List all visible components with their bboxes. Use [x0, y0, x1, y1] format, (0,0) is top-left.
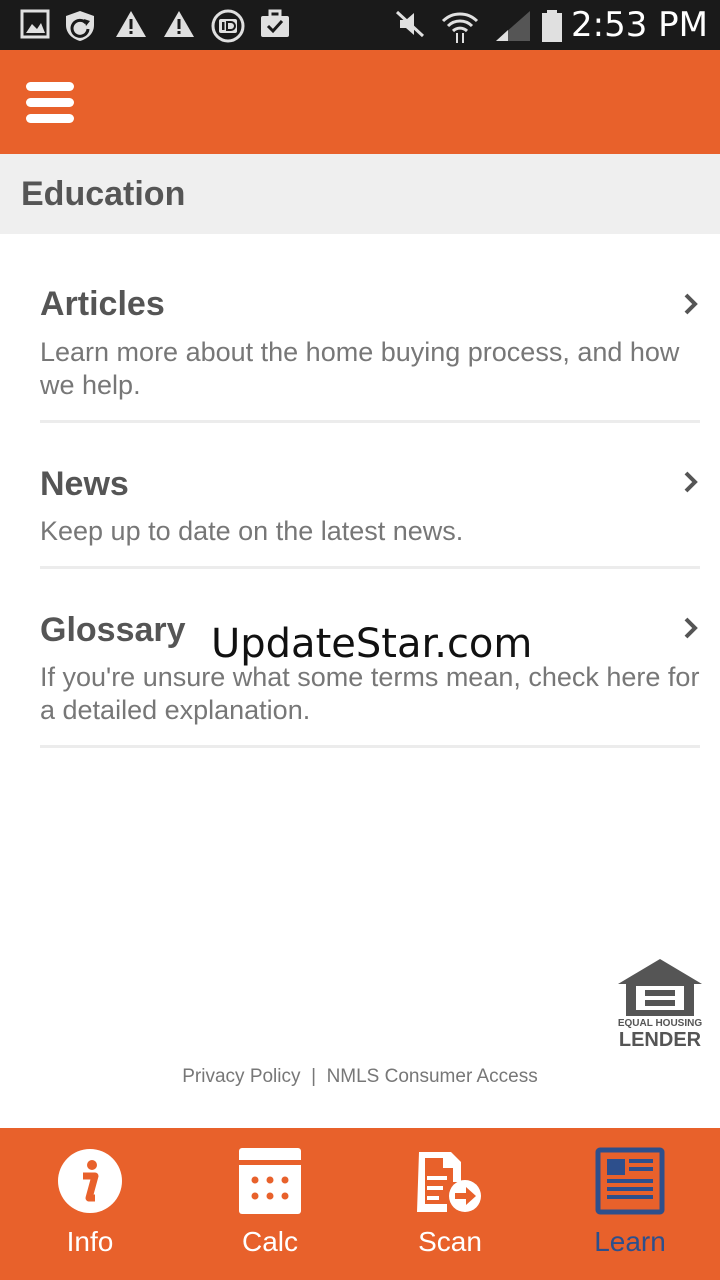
nav-label: Learn	[594, 1226, 666, 1257]
nmls-consumer-access-link[interactable]: NMLS Consumer Access	[327, 1066, 538, 1087]
item-description: Keep up to date on the latest news.	[40, 516, 464, 546]
item-title: Glossary	[40, 611, 186, 649]
list-item-news[interactable]: News Keep up to date on the latest news.	[40, 440, 700, 569]
equal-housing-lender-logo: EQUAL HOUSING LENDER	[612, 956, 708, 1052]
chevron-right-icon	[684, 293, 698, 315]
briefcase-check-icon	[261, 9, 289, 37]
calculator-icon	[239, 1148, 301, 1214]
item-title: Articles	[40, 285, 165, 323]
footer-links: Privacy Policy | NMLS Consumer Access	[0, 1064, 720, 1090]
wifi-icon	[441, 12, 479, 43]
nav-label: Scan	[418, 1226, 482, 1257]
shield-sync-icon	[66, 11, 94, 41]
chevron-right-icon	[684, 617, 698, 639]
list-item-articles[interactable]: Articles Learn more about the home buyin…	[40, 262, 700, 423]
bottom-nav: Info Calc Scan Learn	[0, 1128, 720, 1280]
status-bar: 2:53 PM	[0, 0, 720, 50]
warning-icon	[116, 11, 146, 37]
watermark: UpdateStar.com	[211, 621, 533, 667]
logo-text-lender: LENDER	[618, 1029, 702, 1051]
nav-tab-learn[interactable]: Learn	[540, 1128, 720, 1280]
footer-separator: |	[311, 1066, 316, 1087]
newspaper-icon	[595, 1147, 665, 1215]
section-header: Education	[0, 154, 720, 234]
nav-tab-calc[interactable]: Calc	[180, 1128, 360, 1280]
privacy-policy-link[interactable]: Privacy Policy	[182, 1066, 300, 1087]
chevron-right-icon	[684, 471, 698, 493]
house-icon	[618, 959, 702, 1016]
item-description: If you're unsure what some terms mean, c…	[40, 662, 700, 725]
nav-label: Info	[66, 1226, 114, 1257]
warning-icon	[164, 11, 194, 37]
gallery-icon	[20, 9, 50, 39]
hamburger-menu-icon[interactable]	[18, 72, 82, 132]
nav-label: Calc	[241, 1226, 298, 1257]
mute-icon	[395, 10, 425, 38]
item-description: Learn more about the home buying process…	[40, 337, 680, 400]
signal-strength-icon	[496, 11, 530, 41]
app-bar	[0, 50, 720, 154]
id-badge-icon	[211, 9, 245, 43]
battery-icon	[542, 10, 562, 42]
nav-tab-scan[interactable]: Scan	[360, 1128, 540, 1280]
page-title: Education	[21, 175, 186, 213]
nav-tab-info[interactable]: Info	[0, 1128, 180, 1280]
info-icon	[58, 1149, 122, 1213]
item-title: News	[40, 465, 129, 503]
scan-document-icon	[417, 1152, 481, 1212]
status-time: 2:53 PM	[571, 5, 708, 45]
